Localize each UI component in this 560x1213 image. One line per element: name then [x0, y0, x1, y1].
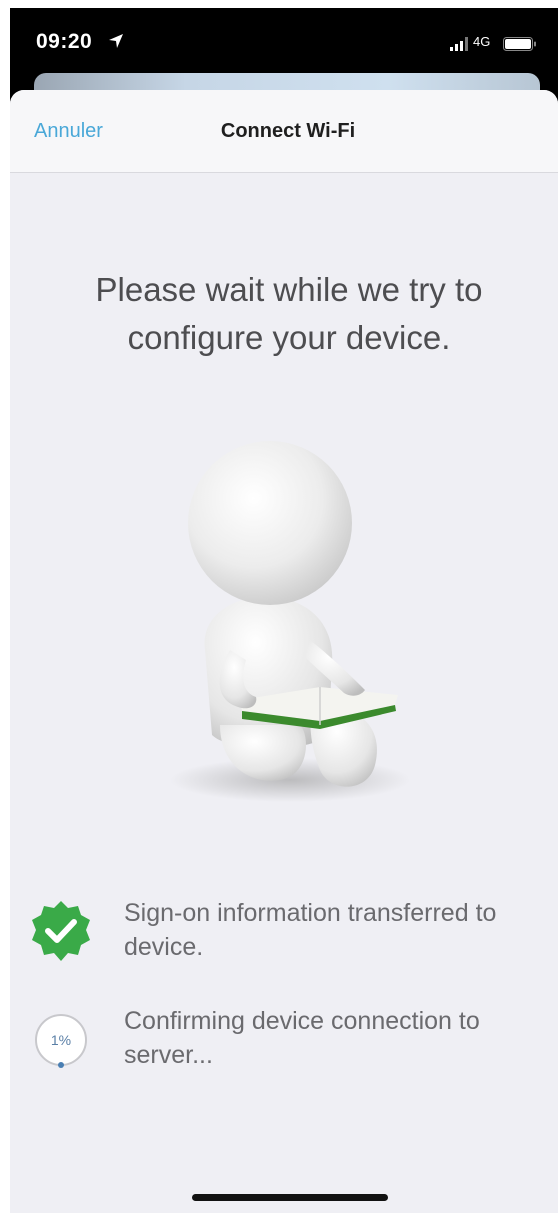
phone-screen: 09:20 4G Annuler Connect Wi-Fi Please wa…	[10, 8, 558, 1213]
status-time: 09:20	[36, 30, 93, 53]
network-type: 4G	[473, 34, 491, 49]
progress-percentage: 1%	[50, 1032, 72, 1048]
step-transfer-text: Sign-on information transferred to devic…	[124, 899, 497, 961]
battery-icon	[503, 37, 536, 51]
location-arrow-icon	[109, 34, 123, 48]
progress-ring-icon: 1%	[33, 1012, 89, 1068]
home-indicator[interactable]	[192, 1194, 388, 1201]
reading-figure-illustration	[170, 441, 410, 802]
status-bar: 09:20 4G	[10, 8, 558, 78]
step-confirm-text: Confirming device connection to server..…	[124, 1007, 480, 1069]
modal-sheet: Annuler Connect Wi-Fi Please wait while …	[10, 90, 558, 1213]
wait-message: Please wait while we try to configure yo…	[95, 271, 483, 356]
navigation-bar: Annuler Connect Wi-Fi	[10, 90, 558, 173]
signal-strength-icon	[450, 37, 468, 51]
page-title: Connect Wi-Fi	[220, 120, 356, 142]
check-badge-icon	[32, 901, 90, 961]
